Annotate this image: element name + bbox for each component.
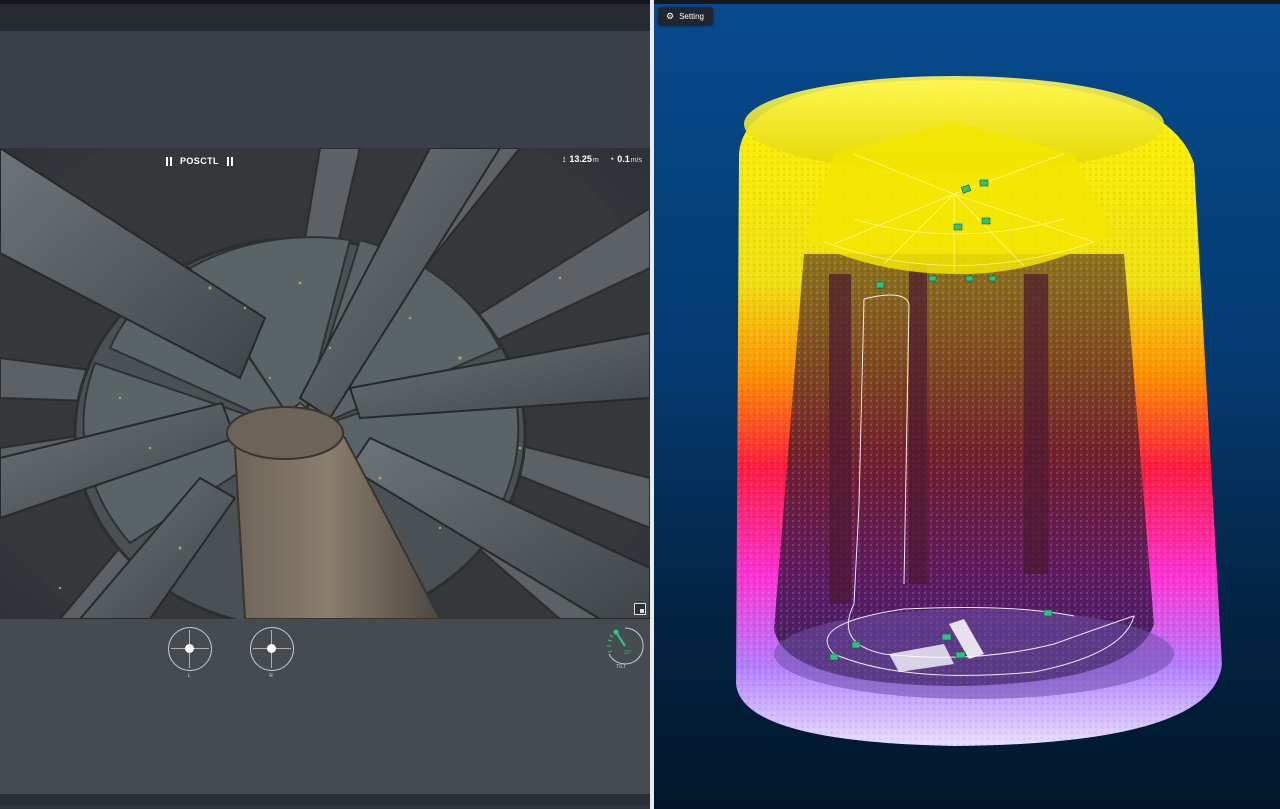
- tilt-label: TILT: [616, 664, 626, 670]
- speed-unit: m/s: [630, 157, 642, 164]
- altitude-arrow-icon: ↕: [561, 154, 567, 164]
- right-joystick[interactable]: [250, 627, 294, 671]
- altitude-unit: m: [592, 157, 599, 164]
- bars-icon: [226, 156, 233, 166]
- gear-icon: ⚙: [666, 10, 675, 21]
- expand-icon[interactable]: [634, 603, 646, 615]
- joystick-thumb[interactable]: [185, 644, 194, 653]
- tilt-gauge[interactable]: 30°: [604, 625, 646, 667]
- setting-button[interactable]: ⚙ Setting: [658, 7, 713, 25]
- flight-mode-label: POSCTL: [180, 156, 219, 166]
- telemetry-readout: ↕ 13.25m ◔ 0.1m/s: [562, 154, 642, 164]
- left-header-area: [0, 31, 650, 148]
- bottom-bar: [0, 794, 650, 805]
- pointcloud-canvas[interactable]: [654, 4, 1280, 809]
- altitude-readout: ↕ 13.25m: [562, 154, 599, 164]
- speed-value: 0.1: [617, 154, 630, 164]
- bars-icon: [166, 156, 172, 166]
- speed-readout: ◔ 0.1m/s: [609, 154, 642, 164]
- camera-image: [0, 148, 650, 619]
- right-joystick-label: R: [269, 673, 273, 679]
- altitude-value: 13.25: [569, 154, 592, 164]
- speedometer-icon: ◔: [608, 154, 615, 164]
- left-joystick-label: L: [187, 673, 191, 679]
- drone-control-panel: POSCTL ↕ 13.25m ◔ 0.1m/s L R: [0, 4, 650, 809]
- left-topbar: [0, 4, 650, 31]
- joystick-thumb[interactable]: [267, 644, 276, 653]
- controls-area: L R: [0, 619, 650, 794]
- camera-feed[interactable]: POSCTL ↕ 13.25m ◔ 0.1m/s: [0, 148, 650, 619]
- flight-mode-indicator: POSCTL: [166, 154, 233, 168]
- tilt-value: 30°: [624, 650, 632, 656]
- pointcloud-viewer[interactable]: ⚙ Setting: [654, 4, 1280, 809]
- setting-label: Setting: [679, 11, 704, 21]
- left-joystick[interactable]: [168, 627, 212, 671]
